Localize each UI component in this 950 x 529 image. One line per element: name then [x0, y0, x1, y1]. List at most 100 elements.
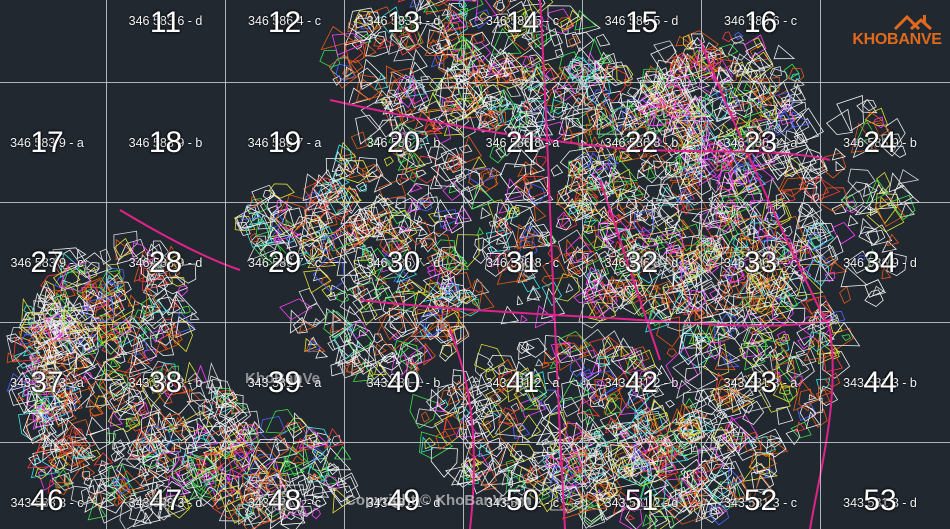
- parcel-outline: [416, 215, 423, 226]
- parcel-outline: [331, 434, 342, 446]
- sheet-number: 31: [505, 246, 540, 279]
- parcel-outline: [481, 406, 493, 416]
- sheet-number: 28: [148, 246, 183, 279]
- sheet-number: 30: [386, 246, 421, 279]
- parcel-outline: [415, 408, 444, 429]
- parcel-outline: [847, 168, 876, 193]
- logo-text: KHOBANVE: [852, 31, 942, 48]
- parcel-outline: [374, 343, 387, 357]
- sheet-number: 47: [148, 484, 183, 517]
- sheet-number: 43: [743, 366, 778, 399]
- parcel-outline: [333, 445, 352, 460]
- sheet-number: 29: [267, 246, 302, 279]
- parcel-outline: [665, 399, 675, 408]
- map-sheet[interactable]: 343 581 3 - c 52: [701, 0, 820, 517]
- sheet-number: 51: [624, 484, 659, 517]
- parcel-outline: [831, 221, 856, 245]
- parcel-outline: [835, 160, 846, 172]
- grid-line-horizontal: [0, 442, 950, 443]
- parcel-outline: [434, 411, 463, 446]
- sheet-number: 23: [743, 126, 778, 159]
- parcel-outline: [898, 169, 920, 185]
- parcel-outline: [262, 190, 274, 201]
- parcel-outline: [162, 412, 185, 428]
- grid-line-horizontal: [0, 202, 950, 203]
- parcel-outline: [465, 452, 492, 479]
- map-sheet[interactable]: 343 581 2 - c 50: [463, 0, 582, 517]
- parcel-outline: [54, 458, 65, 473]
- parcel-outline: [127, 294, 140, 307]
- parcel-outline: [478, 443, 493, 458]
- parcel-outline: [324, 427, 345, 449]
- parcel-outline: [276, 460, 300, 483]
- parcel-outline: [430, 447, 458, 478]
- site-logo[interactable]: KHOBANVE: [851, 9, 943, 57]
- parcel-outline: [531, 451, 545, 465]
- parcel-outline: [854, 205, 876, 216]
- sheet-number: 24: [863, 126, 897, 159]
- parcel-outline: [85, 416, 105, 436]
- sheet-number: 52: [743, 484, 778, 517]
- map-sheet[interactable]: 343 583 3 - d 47: [106, 0, 225, 517]
- sheet-number: 34: [863, 246, 897, 279]
- parcel-outline: [410, 183, 423, 193]
- parcel-outline: [439, 344, 453, 362]
- parcel-outline: [127, 346, 151, 365]
- parcel-outline: [534, 305, 556, 329]
- parcel-outline: [859, 217, 876, 235]
- parcel-outline: [500, 163, 527, 189]
- parcel-outline: [442, 416, 456, 439]
- sheet-number: 42: [624, 366, 659, 399]
- parcel-outline: [516, 295, 524, 306]
- map-sheet[interactable]: 343 581 1 - c 48: [225, 0, 344, 517]
- parcel-outline: [292, 316, 308, 334]
- sheet-number: 32: [624, 246, 659, 279]
- sheet-number: 53: [863, 484, 897, 517]
- sheet-number: 33: [743, 246, 778, 279]
- map-sheet[interactable]: 343 583 3 - c 46: [0, 0, 107, 517]
- parcel-outline: [550, 164, 564, 177]
- parcel-outline: [794, 291, 808, 302]
- parcel-outline: [510, 402, 520, 412]
- cadastral-map[interactable]: 346 583 6 - d 11 346 586 4 - c 12 346 583 4 …: [0, 0, 950, 529]
- parcel-outline: [279, 298, 313, 321]
- parcel-outline: [93, 452, 114, 466]
- map-sheet[interactable]: 343 581 2 - d 51: [582, 0, 701, 517]
- sheet-number: 21: [505, 126, 540, 159]
- sheet-number: 27: [30, 246, 64, 279]
- parcel-outline: [847, 214, 859, 227]
- parcel-outline: [839, 285, 851, 304]
- parcel-outline: [420, 411, 430, 423]
- sheet-number: 18: [148, 126, 183, 159]
- sheet-number: 46: [30, 484, 64, 517]
- parcel-outline: [831, 203, 847, 215]
- sheet-number: 38: [148, 366, 183, 399]
- parcel-outline: [533, 204, 547, 223]
- sheet-number: 17: [30, 126, 64, 159]
- copyright-watermark: Copyright © KhoBanVe.vn: [345, 492, 532, 509]
- parcel-outline: [327, 339, 341, 352]
- sheet-number: 44: [863, 366, 897, 399]
- parcel-outline: [666, 348, 678, 358]
- parcel-outline: [717, 346, 741, 367]
- parcel-outline: [180, 305, 191, 314]
- map-sheet[interactable]: 343 581 1 - d 49: [344, 0, 463, 517]
- parcel-outline: [415, 169, 427, 178]
- parcel-outline: [159, 453, 170, 464]
- parcel-outline: [535, 358, 544, 367]
- parcel-outline: [841, 334, 851, 342]
- parcel-outline: [692, 471, 706, 481]
- parcel-outline: [647, 398, 669, 422]
- parcel-outline: [496, 238, 507, 245]
- parcel-outline: [899, 202, 915, 218]
- parcel-outline: [414, 155, 439, 184]
- parcel-outline: [424, 437, 436, 450]
- parcel-outline: [749, 453, 778, 472]
- sheet-number: 40: [386, 366, 421, 399]
- sheet-number: 41: [505, 366, 540, 399]
- parcel-outline: [259, 415, 287, 441]
- parcel-outline: [418, 226, 429, 237]
- parcel-outline: [867, 229, 886, 247]
- watermark-text: KhoBanVe: [245, 370, 321, 387]
- parcel-outline: [476, 226, 484, 237]
